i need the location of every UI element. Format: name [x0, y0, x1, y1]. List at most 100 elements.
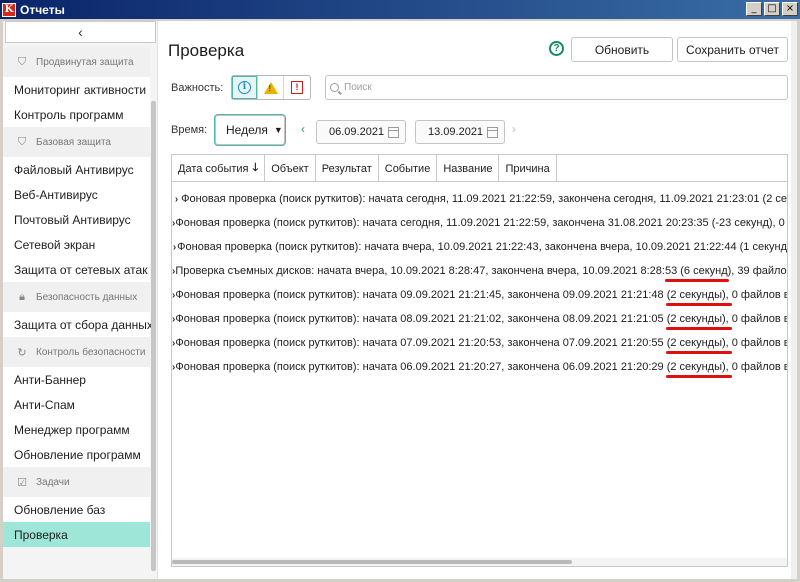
date-from-value: 06.09.2021: [329, 126, 385, 138]
search-box[interactable]: [325, 75, 788, 100]
table-row[interactable]: › Фоновая проверка (поиск руткитов): нача…: [172, 211, 787, 235]
sidebar: ‹ ⛉ Продвинутая защита Мониторинг активн…: [3, 21, 158, 579]
shield-plus-icon: ⛉: [17, 55, 27, 68]
minimize-button[interactable]: _: [746, 2, 762, 16]
next-period-arrow[interactable]: ›: [512, 122, 516, 136]
date-to-field[interactable]: 13.09.2021: [415, 120, 505, 144]
save-report-button[interactable]: Сохранить отчет: [677, 37, 788, 62]
checklist-icon: ☑: [17, 476, 27, 489]
section-header-label: Задачи: [36, 476, 70, 488]
chevron-left-icon: ‹: [78, 24, 83, 40]
table-row[interactable]: › Фоновая проверка (поиск руткитов): нача…: [172, 307, 787, 331]
column-header-label: Дата события: [178, 162, 249, 175]
back-button[interactable]: ‹: [5, 21, 156, 43]
row-text: Фоновая проверка (поиск руткитов): начат…: [175, 313, 788, 325]
red-underline-mark: [665, 279, 729, 282]
row-text: Проверка съемных дисков: начата вчера, 1…: [175, 265, 788, 277]
row-text: Фоновая проверка (поиск руткитов): начат…: [175, 217, 788, 229]
sidebar-item-app-control[interactable]: Контроль программ: [3, 102, 150, 127]
window-right-border: [791, 21, 797, 579]
row-text: Фоновая проверка (поиск руткитов): начат…: [175, 337, 788, 349]
time-label: Время:: [171, 124, 208, 136]
search-input[interactable]: [344, 82, 764, 93]
sidebar-scrollbar[interactable]: [151, 101, 156, 571]
column-header-name[interactable]: Название: [437, 155, 500, 182]
red-underline-mark: [666, 375, 732, 378]
expand-chevron-icon[interactable]: ›: [172, 194, 181, 205]
critical-icon: !: [291, 81, 303, 94]
section-header-label: Базовая защита: [36, 136, 111, 148]
sidebar-item-web-antivirus[interactable]: Веб-Антивирус: [3, 182, 150, 207]
sidebar-item-anti-banner[interactable]: Анти-Баннер: [3, 367, 150, 392]
sidebar-item-activity-monitor[interactable]: Мониторинг активности: [3, 77, 150, 102]
row-text: Фоновая проверка (поиск руткитов): начат…: [177, 241, 787, 253]
severity-label: Важность:: [171, 82, 224, 94]
close-button[interactable]: ×: [782, 2, 798, 16]
column-header-object[interactable]: Объект: [265, 155, 316, 182]
red-underline-mark: [666, 327, 732, 330]
horizontal-scrollbar[interactable]: [172, 558, 787, 566]
sidebar-item-network-attack[interactable]: Защита от сетевых атак: [3, 257, 150, 282]
sidebar-item-data-collection[interactable]: Защита от сбора данных: [3, 312, 153, 337]
prev-period-arrow[interactable]: ‹: [301, 122, 305, 136]
window-controls: _ □ ×: [746, 2, 798, 16]
page-title: Проверка: [168, 41, 245, 60]
column-header-date[interactable]: Дата события 🡓: [172, 155, 266, 182]
sidebar-item-anti-spam[interactable]: Анти-Спам: [3, 392, 150, 417]
section-header-label: Безопасность данных: [36, 291, 138, 303]
shield-icon: ⛉: [17, 135, 27, 148]
table-body: › Фоновая проверка (поиск руткитов): нача…: [172, 182, 787, 379]
period-dropdown[interactable]: Неделя ▼: [215, 115, 285, 145]
table-row[interactable]: › Проверка съемных дисков: начата вчера, …: [172, 259, 787, 283]
row-text: Фоновая проверка (поиск руткитов): начат…: [175, 289, 788, 301]
maximize-button[interactable]: □: [764, 2, 780, 16]
section-header-label: Продвинутая защита: [36, 56, 134, 68]
chevron-down-icon: ▼: [273, 125, 283, 135]
red-underline-mark: [666, 303, 732, 306]
refresh-button[interactable]: Обновить: [571, 37, 673, 62]
table-row[interactable]: › Фоновая проверка (поиск руткитов): нача…: [172, 331, 787, 355]
title-bar: K Отчеты _ □ ×: [0, 0, 800, 19]
severity-info-toggle[interactable]: i: [232, 76, 258, 99]
section-header-label: Контроль безопасности: [36, 346, 146, 358]
section-header-security-control: ↻ Контроль безопасности: [3, 337, 150, 367]
events-table: Дата события 🡓 Объект Результат Событие …: [171, 154, 788, 567]
sidebar-item-db-update[interactable]: Обновление баз: [3, 497, 150, 522]
window-client: ‹ ⛉ Продвинутая защита Мониторинг активн…: [3, 21, 797, 579]
calendar-icon[interactable]: [487, 127, 498, 138]
help-icon[interactable]: ?: [549, 41, 564, 56]
search-icon: [330, 83, 339, 92]
refresh-shield-icon: ↻: [17, 346, 27, 359]
sidebar-item-app-update[interactable]: Обновление программ: [3, 442, 150, 467]
sidebar-item-mail-antivirus[interactable]: Почтовый Антивирус: [3, 207, 150, 232]
window-title: Отчеты: [20, 2, 65, 17]
column-header-event[interactable]: Событие: [379, 155, 438, 182]
sidebar-item-scan[interactable]: Проверка: [3, 522, 150, 547]
severity-filter: i ! !: [231, 75, 311, 100]
period-value: Неделя: [226, 123, 268, 137]
date-from-field[interactable]: 06.09.2021: [316, 120, 406, 144]
sidebar-item-firewall[interactable]: Сетевой экран: [3, 232, 150, 257]
row-text: Фоновая проверка (поиск руткитов): начат…: [175, 361, 788, 373]
sidebar-item-app-manager[interactable]: Менеджер программ: [3, 417, 150, 442]
window-frame: ‹ ⛉ Продвинутая защита Мониторинг активн…: [0, 19, 800, 582]
sidebar-list: ⛉ Продвинутая защита Мониторинг активнос…: [3, 47, 153, 547]
red-underline-mark: [666, 351, 732, 354]
table-header: Дата события 🡓 Объект Результат Событие …: [172, 155, 787, 182]
section-header-basic: ⛉ Базовая защита: [3, 127, 150, 157]
sort-descending-icon: 🡓: [252, 162, 259, 174]
lock-icon: 🔒︎: [19, 290, 25, 303]
sidebar-item-file-antivirus[interactable]: Файловый Антивирус: [3, 157, 150, 182]
severity-critical-toggle[interactable]: !: [284, 76, 310, 99]
table-row[interactable]: › Фоновая проверка (поиск руткитов): нача…: [172, 235, 787, 259]
column-header-result[interactable]: Результат: [316, 155, 379, 182]
scrollbar-thumb[interactable]: [172, 560, 572, 564]
column-header-reason[interactable]: Причина: [499, 155, 557, 182]
table-row[interactable]: › Фоновая проверка (поиск руткитов): нача…: [172, 283, 787, 307]
table-row[interactable]: › Фоновая проверка (поиск руткитов): нача…: [172, 355, 787, 379]
calendar-icon[interactable]: [388, 127, 399, 138]
table-row[interactable]: › Фоновая проверка (поиск руткитов): нача…: [172, 187, 787, 211]
section-header-tasks: ☑ Задачи: [3, 467, 150, 497]
severity-warning-toggle[interactable]: !: [258, 76, 284, 99]
app-icon: K: [2, 2, 16, 17]
